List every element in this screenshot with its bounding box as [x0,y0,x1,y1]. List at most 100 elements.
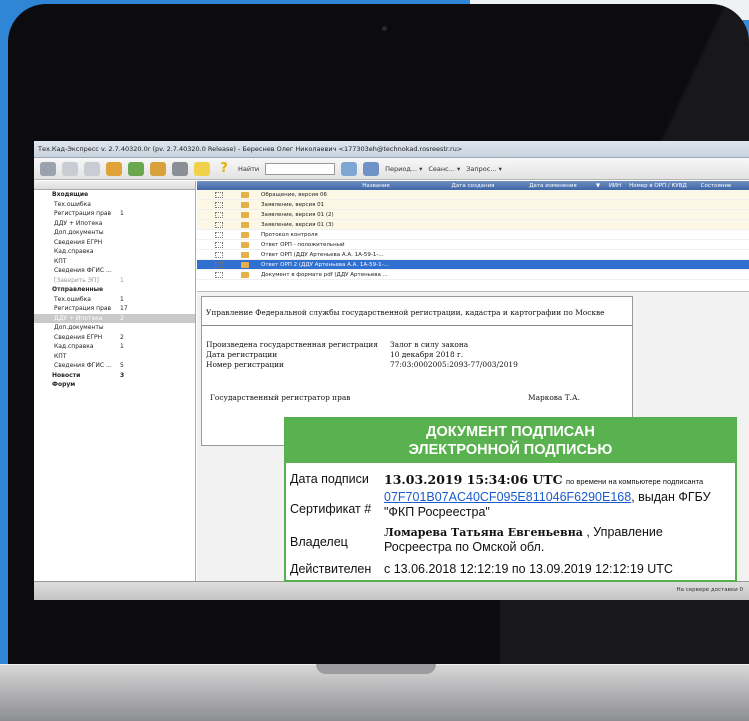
signature-title-1: ДОКУМЕНТ ПОДПИСАН [426,424,595,440]
sidebar-item[interactable]: [Заверить ЭП] 1 [34,276,195,286]
forward-icon[interactable] [84,161,100,176]
table-body: Обращение, версия 06 Заявление, версия 01… [197,190,749,290]
row-name: Ответ ОРП (ДДУ Артеньева А.А. 1А-59-1-..… [261,252,384,258]
session-menu[interactable]: Сеанс... ▾ [428,165,460,173]
file-icon [241,252,249,258]
col-number[interactable]: Номер в ОРП / КУВД [625,183,691,189]
period-menu[interactable]: Период... ▾ [385,165,422,173]
doc-date-label: Дата регистрации [206,350,278,359]
sidebar-item[interactable]: Отправленные [34,285,195,295]
table-header: Название Дата создания Дата изменения ▼ … [197,181,749,190]
sidebar-item[interactable]: Доп.документы [34,323,195,333]
tools-icon[interactable] [172,161,188,176]
sidebar-item[interactable]: Форум [34,380,195,390]
col-sort[interactable]: ▼ [591,183,605,189]
sidebar-item[interactable]: Сведения ЕГРН [34,238,195,248]
signature-date-label: Дата подписи [290,472,369,486]
tree-expander-icon[interactable] [215,202,223,208]
signature-header: ДОКУМЕНТ ПОДПИСАН ЭЛЕКТРОННОЙ ПОДПИСЬЮ [286,419,735,463]
sign-icon[interactable] [128,161,144,176]
sidebar-item-count: 2 [120,333,124,341]
chat-icon[interactable] [194,161,210,176]
col-modified[interactable]: Дата изменения [515,183,591,189]
row-name: Заявление, версия 01 (2) [261,212,334,218]
row-name: Заявление, версия 01 (3) [261,222,334,228]
table-row[interactable]: Ответ ОРП - положительный [197,240,749,250]
tree-expander-icon[interactable] [215,272,223,278]
row-name: Ответ ОРП 2 (ДДУ Артеньева А.А. 1А-59-1-… [261,262,389,268]
table-row[interactable]: Заявление, версия 01 [197,200,749,210]
sidebar-item[interactable]: Кад.справка 1 [34,342,195,352]
back-icon[interactable] [62,161,78,176]
status-bar: На сервере доставки 0 [34,581,749,600]
sidebar-item[interactable]: Регистрация прав 17 [34,304,195,314]
sidebar-item-label: Форум [52,381,76,388]
tree-expander-icon[interactable] [215,262,223,268]
camera-dot [382,26,387,31]
sidebar-item[interactable]: Тех.ошибка [34,200,195,210]
signature-cert-issuer: "ФКП Росреестра" [384,505,490,519]
status-text: На сервере доставки 0 [676,587,743,593]
col-created[interactable]: Дата создания [431,183,515,189]
signature-owner-label: Владелец [290,535,348,549]
sidebar-header [34,181,195,190]
sidebar-item[interactable]: Тех.ошибка 1 [34,295,195,305]
home-icon[interactable] [40,161,56,176]
tree-expander-icon[interactable] [215,222,223,228]
tree-expander-icon[interactable] [215,242,223,248]
tree-expander-icon[interactable] [215,192,223,198]
row-name: Заявление, версия 01 [261,202,325,208]
signature-valid-label: Действителен [290,562,372,576]
table-row[interactable]: Ответ ОРП (ДДУ Артеньева А.А. 1А-59-1-..… [197,250,749,260]
sidebar-item[interactable]: КПТ [34,257,195,267]
table-row[interactable]: Протокол контроля [197,230,749,240]
sidebar-item-count: 5 [120,362,124,369]
sidebar-item-label: [Заверить ЭП] [54,276,99,284]
refresh-icon[interactable] [363,161,380,176]
table-row[interactable]: Заявление, версия 01 (2) [197,210,749,220]
certificate-link[interactable]: 07F701B07AC40CF095E811046F6290E168 [384,490,631,504]
tree-expander-icon[interactable] [215,212,223,218]
tree-expander-icon[interactable] [215,232,223,238]
row-name: Документ в формате pdf (ДДУ Артеньева ..… [261,272,388,278]
doc-registrar-value: Маркова Т.А. [528,393,580,402]
doc-divider [202,325,632,326]
sidebar-item[interactable]: Сведения ФГИС ... 5 [34,361,195,371]
table-row[interactable]: Документ в формате pdf (ДДУ Артеньева ..… [197,270,749,280]
signature-cert-issuer-prefix: , выдан ФГБУ [631,490,711,504]
sidebar-item[interactable]: ДДУ + Ипотека [34,219,195,229]
sidebar-item-label: Новости [52,371,81,379]
package-icon[interactable] [106,161,122,176]
col-name[interactable]: Название [321,183,431,189]
sidebar-item-count: 1 [120,295,124,303]
doc-date-value: 10 декабря 2018 г. [390,350,464,359]
signature-stamp: ДОКУМЕНТ ПОДПИСАН ЭЛЕКТРОННОЙ ПОДПИСЬЮ Д… [284,417,737,582]
sidebar-item-count: 2 [120,314,124,322]
sidebar-item-count: 1 [120,276,124,284]
folder-icon[interactable] [150,161,166,176]
signature-cert-label: Сертификат # [290,502,372,516]
find-input[interactable] [265,162,336,175]
sidebar-item-count: 17 [120,305,128,312]
table-row[interactable]: Обращение, версия 06 [197,190,749,200]
tree-expander-icon[interactable] [215,252,223,258]
sidebar-item[interactable]: ДДУ + Ипотека 2 [34,313,195,323]
sidebar-item[interactable]: Новости 3 [34,371,195,381]
sidebar-item[interactable]: Входящие [34,190,195,200]
table-row[interactable]: Заявление, версия 01 (3) [197,220,749,230]
signature-title-2: ЭЛЕКТРОННОЙ ПОДПИСЬЮ [408,442,613,458]
sidebar-item[interactable]: Регистрация прав 1 [34,209,195,219]
request-menu[interactable]: Запрос... ▾ [466,165,502,173]
sidebar-item[interactable]: Доп.документы [34,228,195,238]
help-icon[interactable]: ? [216,161,232,176]
sidebar-item[interactable]: Сведения ФГИС ... [34,266,195,276]
sidebar-list: Входящие Тех.ошибка Регистрация прав 1 ДДУ +… [34,190,195,390]
sidebar-item[interactable]: Кад.справка [34,247,195,257]
col-iin[interactable]: ИИН [605,183,625,189]
sidebar-item[interactable]: Сведения ЕГРН 2 [34,333,195,343]
table-row[interactable]: Ответ ОРП 2 (ДДУ Артеньева А.А. 1А-59-1-… [197,260,749,270]
search-icon[interactable] [341,161,358,176]
laptop-notch [316,664,436,674]
col-state[interactable]: Состояние [691,183,741,189]
sidebar-item[interactable]: КПТ [34,352,195,362]
